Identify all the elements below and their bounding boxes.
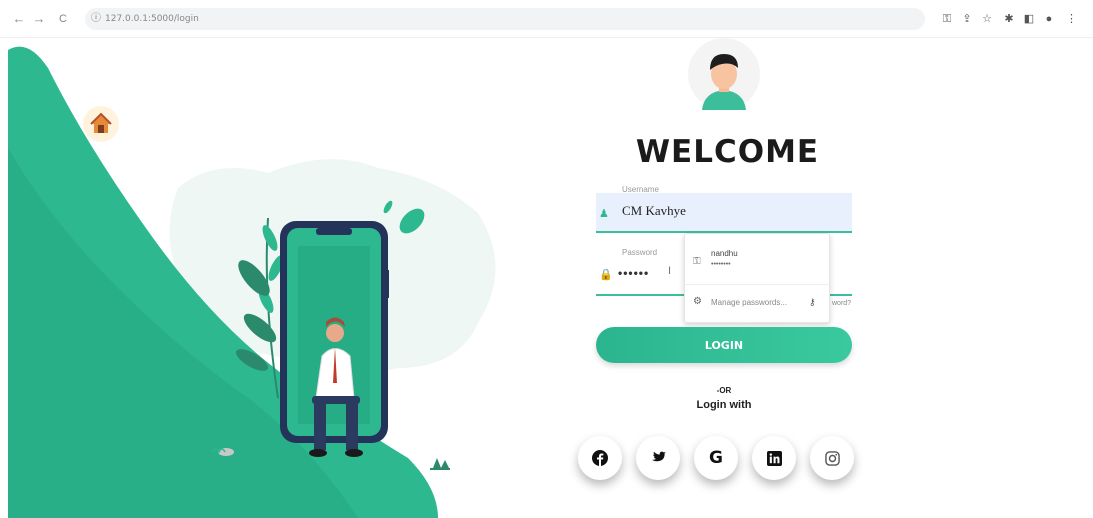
password-label: Password xyxy=(622,248,658,257)
address-bar[interactable]: ⓘ 127.0.0.1:5000/login xyxy=(85,8,925,30)
google-icon: G xyxy=(709,448,723,468)
reload-button[interactable]: C xyxy=(56,10,70,28)
autofill-saved-credential[interactable]: ⚿ nandhu •••••••• xyxy=(685,234,831,284)
linkedin-button[interactable] xyxy=(752,436,796,480)
instagram-icon xyxy=(824,450,840,466)
autofill-dropdown: ⚿ nandhu •••••••• ⚙ Manage passwords... … xyxy=(684,233,831,324)
gear-icon: ⚙ xyxy=(693,296,702,307)
key-small-icon: ⚷ xyxy=(809,297,816,307)
forward-button[interactable]: → xyxy=(32,10,46,28)
home-link[interactable] xyxy=(83,106,119,142)
facebook-icon xyxy=(592,450,608,466)
text-cursor-icon: I xyxy=(668,265,672,277)
or-divider: -OR xyxy=(716,386,732,395)
username-field[interactable]: Username ♟ CM Kavhye xyxy=(596,185,852,233)
page-title: WELCOME xyxy=(635,134,820,170)
autofill-password-mask: •••••••• xyxy=(711,261,731,268)
hero-background-svg xyxy=(8,46,496,518)
linkedin-icon xyxy=(766,450,782,466)
page: ← → C ⓘ 127.0.0.1:5000/login ⚿ ⇪ ☆ ✱ ◧ ●… xyxy=(0,0,1093,518)
site-info-icon[interactable]: ⓘ xyxy=(91,12,101,26)
login-with-label: Login with xyxy=(696,399,752,411)
profile-icon[interactable]: ● xyxy=(1042,10,1056,28)
username-value[interactable]: CM Kavhye xyxy=(622,203,686,219)
menu-icon[interactable]: ⋮ xyxy=(1066,10,1077,28)
sidepanel-icon[interactable]: ◧ xyxy=(1022,10,1036,28)
username-label: Username xyxy=(622,185,659,194)
twitter-icon xyxy=(652,451,666,462)
hero-illustration xyxy=(8,38,538,518)
autofill-username: nandhu xyxy=(711,249,738,258)
google-button[interactable]: G xyxy=(694,436,738,480)
forgot-password-link[interactable]: word? xyxy=(832,300,851,307)
lock-icon: 🔒 xyxy=(599,269,613,281)
key-icon[interactable]: ⚿ xyxy=(940,10,954,28)
password-value[interactable]: •••••• xyxy=(618,266,649,280)
avatar xyxy=(688,38,760,110)
manage-passwords-item[interactable]: ⚙ Manage passwords... ⚷ xyxy=(685,285,831,324)
share-icon[interactable]: ⇪ xyxy=(960,10,974,28)
key-icon: ⚿ xyxy=(693,256,701,267)
login-button[interactable]: LOGIN xyxy=(596,327,852,363)
back-button[interactable]: ← xyxy=(12,10,26,28)
home-icon xyxy=(90,112,112,133)
instagram-button[interactable] xyxy=(810,436,854,480)
browser-toolbar: ← → C ⓘ 127.0.0.1:5000/login ⚿ ⇪ ☆ ✱ ◧ ●… xyxy=(0,0,1093,38)
extensions-icon[interactable]: ✱ xyxy=(1002,10,1016,28)
twitter-button[interactable] xyxy=(636,436,680,480)
url-text: 127.0.0.1:5000/login xyxy=(105,14,199,24)
manage-passwords-label: Manage passwords... xyxy=(711,298,788,307)
facebook-button[interactable] xyxy=(578,436,622,480)
user-icon: ♟ xyxy=(599,208,609,220)
star-icon[interactable]: ☆ xyxy=(980,10,994,28)
